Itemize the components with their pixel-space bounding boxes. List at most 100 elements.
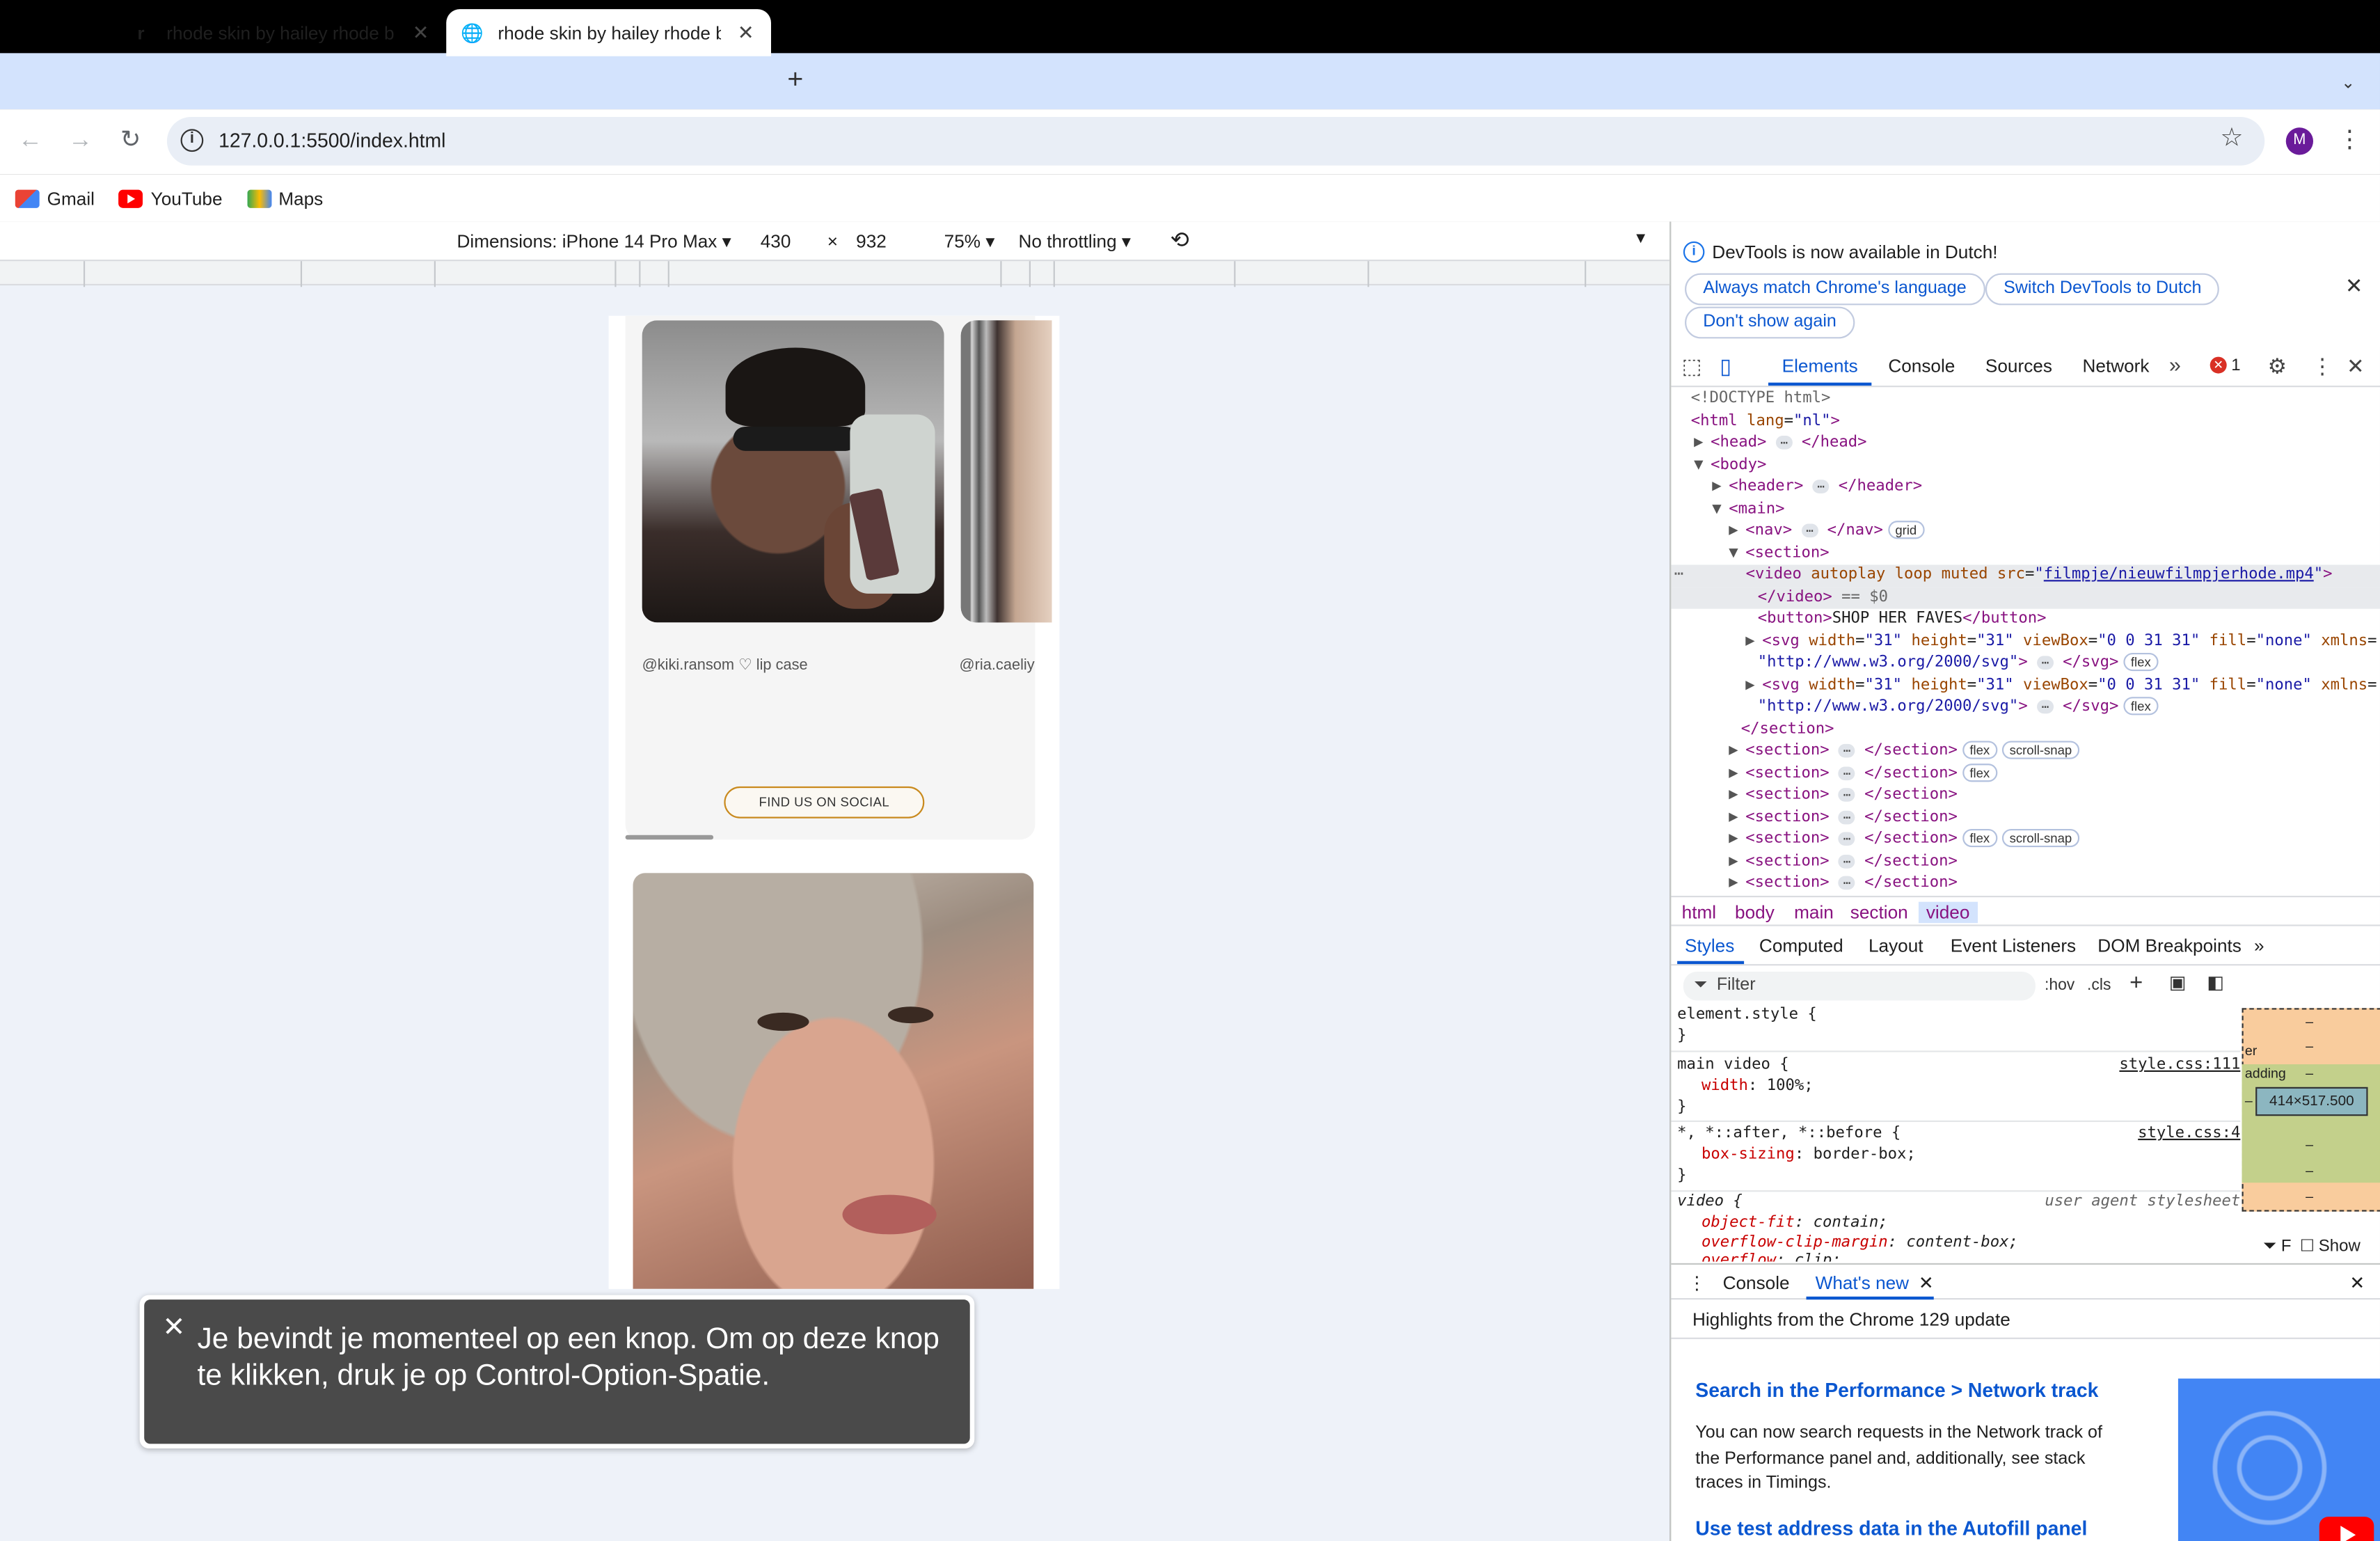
social-photo-ria[interactable] [960, 320, 1052, 623]
match-language-button[interactable]: Always match Chrome's language [1685, 273, 1985, 306]
close-icon[interactable]: ✕ [2345, 274, 2363, 299]
close-drawer-icon[interactable]: ✕ [2349, 1272, 2365, 1294]
dom-node[interactable]: <button>SHOP HER FAVES</button> [1758, 609, 2047, 631]
close-tab-icon[interactable]: ✕ [736, 20, 756, 45]
hover-state-toggle[interactable]: :hov [2045, 977, 2074, 995]
dom-node[interactable]: ▼ <main> [1712, 499, 1784, 521]
rule-declaration[interactable]: box-sizing: border-box; [1701, 1146, 1916, 1163]
tab-computed[interactable]: Computed [1759, 935, 1843, 957]
bookmark-star-icon[interactable]: ☆ [2220, 123, 2243, 154]
devtools-menu-icon[interactable]: ⋮ [2312, 354, 2333, 379]
styles-filter-input[interactable]: ⏷ Filter [1683, 972, 2036, 1001]
tab-dom-breakpoints[interactable]: DOM Breakpoints [2097, 935, 2242, 957]
dom-node[interactable]: ▶ <section> ⋯ </section> flex scroll-snap [1729, 741, 2080, 763]
tab-layout[interactable]: Layout [1869, 935, 1923, 957]
error-icon[interactable]: ✕ [2210, 356, 2227, 374]
rule-source-link[interactable]: style.css:4 [2138, 1125, 2240, 1141]
crumb-section[interactable]: section [1850, 902, 1908, 924]
find-us-on-social-button[interactable]: FIND US ON SOCIAL [724, 786, 925, 819]
forward-arrow-icon[interactable]: → [64, 125, 97, 158]
close-devtools-icon[interactable]: ✕ [2347, 354, 2365, 379]
feature-heading-link[interactable]: Use test address data in the Autofill pa… [1695, 1517, 2087, 1540]
sidebar-toggle-icon[interactable]: ◧ [2207, 972, 2224, 993]
crumb-main[interactable]: main [1794, 902, 1834, 924]
drawer-menu-icon[interactable]: ⋮ [1688, 1272, 1706, 1294]
dom-node[interactable]: ▶ <svg width="31" height="31" viewBox="0 … [1745, 631, 2377, 653]
tab-sources[interactable]: Sources [1985, 355, 2052, 377]
dom-node[interactable]: ▶ <section> ⋯ </section> flex [1729, 763, 1998, 785]
height-input[interactable]: 932 [856, 231, 887, 253]
bookmark-gmail[interactable]: Gmail [15, 187, 95, 209]
social-photo-kiki[interactable] [642, 320, 944, 623]
tab-elements[interactable]: Elements [1782, 355, 1858, 377]
rule-declaration[interactable]: width: 100%; [1701, 1078, 1814, 1095]
dom-node[interactable]: ▶ <head> ⋯ </head> [1694, 433, 1866, 455]
crumb-body[interactable]: body [1735, 902, 1775, 924]
feature-heading-link[interactable]: Search in the Performance > Network trac… [1695, 1379, 2098, 1402]
tab-styles[interactable]: Styles [1685, 935, 1734, 957]
paint-icon[interactable]: ▣ [2169, 972, 2187, 993]
dom-node[interactable]: ▶ <svg width="31" height="31" viewBox="0 … [1745, 675, 2377, 697]
bookmark-maps[interactable]: Maps [246, 187, 323, 209]
dom-node-selected[interactable]: ⋯ <video autoplay loop muted src="filmpje… [1671, 564, 2380, 587]
width-input[interactable]: 430 [761, 231, 791, 253]
new-rule-icon[interactable]: + [2129, 970, 2143, 996]
site-info-icon[interactable]: i [180, 129, 204, 152]
tab-search-chevron-icon[interactable]: ⌄ [2331, 67, 2365, 97]
dom-node[interactable]: <!DOCTYPE html> [1691, 388, 1831, 411]
show-all-checkbox[interactable]: ⏷ F ☐ Show [2263, 1238, 2361, 1257]
dom-node[interactable]: ▶ <section> ⋯ </section> flex scroll-snap [1729, 828, 2080, 851]
dom-node[interactable]: ▶ <section> ⋯ </section> [1729, 851, 1958, 874]
error-count[interactable]: 1 [2231, 357, 2240, 375]
more-tabs-icon[interactable]: » [2169, 352, 2181, 377]
rule-source-link[interactable]: style.css:111 [2119, 1057, 2240, 1073]
profile-avatar[interactable]: M [2285, 127, 2314, 155]
dom-node[interactable]: "http://www.w3.org/2000/svg"> ⋯ </svg> fl… [1758, 652, 2159, 675]
chrome-menu-icon[interactable]: ⋮ [2338, 125, 2362, 158]
dont-show-again-button[interactable]: Don't show again [1685, 306, 1855, 339]
dom-node[interactable]: ▼ <section> [1729, 543, 1829, 565]
close-tab-icon[interactable]: ✕ [1919, 1272, 1934, 1294]
more-tabs-icon[interactable]: » [2254, 935, 2264, 957]
dom-node[interactable]: ▶ <section> ⋯ </section> [1729, 785, 1958, 807]
rotate-icon[interactable]: ⟲ [1171, 226, 1189, 253]
url-text[interactable]: 127.0.0.1:5500/index.html [219, 129, 445, 152]
dimensions-select[interactable]: Dimensions: iPhone 14 Pro Max ▾ [457, 231, 731, 253]
close-icon[interactable]: ✕ [162, 1312, 185, 1344]
bookmark-youtube[interactable]: YouTube [118, 187, 223, 209]
crumb-html[interactable]: html [1682, 902, 1716, 924]
device-toggle-icon[interactable]: ▯ [1720, 354, 1731, 379]
reload-icon[interactable]: ↻ [114, 125, 148, 158]
browser-tab-1[interactable]: r rhode skin by hailey rhode bie ✕ [116, 9, 446, 56]
browser-tab-2[interactable]: 🌐 rhode skin by hailey rhode bie ✕ [446, 9, 772, 56]
tab-console-drawer[interactable]: Console [1723, 1272, 1790, 1294]
address-bar[interactable]: i 127.0.0.1:5500/index.html ☆ [166, 116, 2265, 166]
dom-node-selected[interactable]: </video> == $0 [1671, 587, 2380, 609]
dom-node[interactable]: ▶ <header> ⋯ </header> [1712, 477, 1922, 499]
zoom-select[interactable]: 75% ▾ [944, 231, 995, 253]
dom-node[interactable]: "http://www.w3.org/2000/svg"> ⋯ </svg> fl… [1758, 697, 2159, 719]
dom-node[interactable]: ▶ <section> ⋯ </section> [1729, 873, 1958, 895]
dom-node[interactable]: ▼ <body> [1694, 455, 1766, 477]
dom-node[interactable]: </section> [1741, 719, 1834, 741]
box-model-content-size[interactable]: 414×517.500 [2255, 1086, 2368, 1116]
settings-gear-icon[interactable]: ⚙ [2268, 354, 2287, 379]
inspect-element-icon[interactable]: ⬚ [1682, 354, 1702, 379]
new-tab-icon[interactable]: + [780, 64, 811, 96]
throttling-select[interactable]: No throttling ▾ [1019, 231, 1132, 253]
tab-whats-new[interactable]: What's new [1816, 1272, 1909, 1294]
tab-console[interactable]: Console [1888, 355, 1955, 377]
class-toggle[interactable]: .cls [2087, 977, 2111, 995]
dom-node[interactable]: ▶ <section> ⋯ </section> [1729, 807, 1958, 829]
youtube-play-icon[interactable] [2319, 1517, 2374, 1541]
switch-to-dutch-button[interactable]: Switch DevTools to Dutch [1985, 273, 2220, 306]
crumb-video[interactable]: video [1918, 901, 1978, 924]
dom-node[interactable]: <html lang="nl"> [1691, 411, 1840, 433]
close-tab-icon[interactable]: ✕ [411, 20, 431, 45]
dom-node[interactable]: ▶ <nav> ⋯ </nav> grid [1729, 521, 1925, 543]
tab-event-listeners[interactable]: Event Listeners [1951, 935, 2076, 957]
tab-network[interactable]: Network [2082, 355, 2149, 377]
more-options-chevron-icon[interactable]: ▼ [1633, 231, 1649, 248]
back-arrow-icon[interactable]: ← [14, 125, 47, 158]
maps-icon [246, 189, 271, 207]
